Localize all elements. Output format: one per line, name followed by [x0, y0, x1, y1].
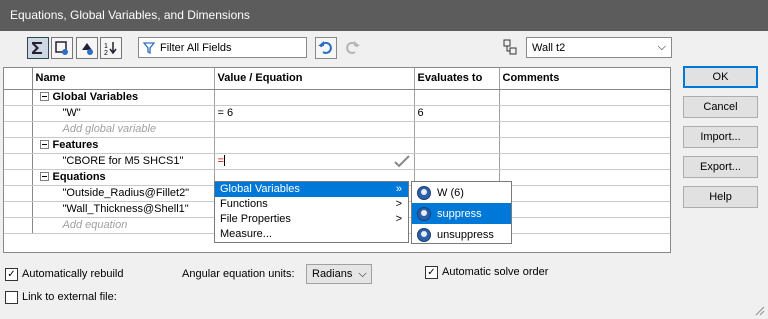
- window-title: Equations, Global Variables, and Dimensi…: [0, 0, 768, 31]
- collapse-icon[interactable]: [39, 172, 49, 181]
- submenu-item-unsuppress[interactable]: unsuppress: [412, 224, 511, 245]
- auto-rebuild-label: Automatically rebuild: [22, 268, 124, 280]
- export-button[interactable]: Export...: [683, 156, 758, 178]
- collapse-icon[interactable]: [39, 140, 49, 149]
- group-label: Global Variables: [52, 91, 139, 103]
- comment-cell[interactable]: [499, 105, 670, 122]
- column-header-evaluates[interactable]: Evaluates to: [414, 68, 500, 90]
- checkmark-icon: ✓: [7, 268, 16, 280]
- auto-rebuild-checkbox[interactable]: ✓: [5, 268, 18, 281]
- svg-text:1: 1: [104, 43, 108, 50]
- global-variables-submenu: W (6) suppress unsuppress: [411, 181, 512, 244]
- ordered-view-icon[interactable]: 12: [100, 37, 122, 59]
- cancel-button[interactable]: Cancel: [683, 96, 758, 118]
- auto-solve-order-checkbox[interactable]: ✓: [425, 266, 438, 279]
- configuration-icon: [503, 39, 517, 55]
- link-external-checkbox[interactable]: [5, 291, 18, 304]
- chevron-down-icon: ⌵: [358, 267, 367, 280]
- menu-item-functions[interactable]: Functions >: [215, 197, 408, 212]
- submenu-item-w[interactable]: W (6): [412, 182, 511, 203]
- link-external-label: Link to external file:: [22, 291, 117, 303]
- table-row[interactable]: "W" = 6 6: [4, 105, 670, 122]
- globe-icon: [417, 227, 431, 242]
- name-cell[interactable]: "CBORE for M5 SHCS1": [32, 153, 215, 170]
- svg-text:2: 2: [104, 50, 108, 56]
- name-cell[interactable]: "Wall_Thickness@Shell1": [32, 201, 215, 218]
- group-label: Features: [52, 139, 99, 151]
- submenu-item-suppress[interactable]: suppress: [412, 203, 511, 224]
- filter-placeholder: Filter All Fields: [160, 41, 232, 54]
- column-header-name[interactable]: Name: [32, 68, 215, 90]
- accept-check-icon[interactable]: [393, 154, 410, 168]
- help-button[interactable]: Help: [683, 186, 758, 208]
- filter-field[interactable]: Filter All Fields: [138, 37, 307, 58]
- angular-units-value: Radians: [312, 268, 353, 280]
- evaluates-cell: 6: [414, 105, 500, 122]
- equation-view-icon[interactable]: [27, 37, 49, 59]
- auto-solve-order-label: Automatic solve order: [442, 266, 549, 278]
- import-button[interactable]: Import...: [683, 126, 758, 148]
- chevron-down-icon: ⌵: [657, 41, 666, 53]
- add-global-variable-cell[interactable]: Add global variable: [32, 121, 215, 138]
- insert-context-menu: Global Variables» Functions > File Proper…: [214, 181, 409, 243]
- configuration-select[interactable]: Wall t2 ⌵: [526, 37, 672, 58]
- configuration-value: Wall t2: [532, 41, 566, 54]
- ok-button[interactable]: OK: [683, 66, 758, 88]
- globe-icon: [417, 206, 431, 221]
- sketch-equation-view-icon[interactable]: [51, 37, 73, 59]
- column-header-value[interactable]: Value / Equation: [214, 68, 415, 90]
- column-header-comments[interactable]: Comments: [499, 68, 670, 90]
- menu-item-global-variables[interactable]: Global Variables»: [215, 182, 408, 197]
- row-header: [4, 68, 33, 90]
- name-cell[interactable]: "Outside_Radius@Fillet2": [32, 185, 215, 202]
- comment-cell[interactable]: [499, 153, 670, 170]
- globe-icon: [417, 185, 431, 200]
- group-row-global-variables[interactable]: Global Variables: [4, 89, 670, 106]
- resize-grip-icon[interactable]: [753, 304, 765, 316]
- menu-item-file-properties[interactable]: File Properties >: [215, 212, 408, 227]
- group-label: Equations: [52, 171, 106, 183]
- value-cell-editing[interactable]: =: [214, 153, 415, 170]
- add-row[interactable]: Add global variable: [4, 121, 670, 138]
- angular-units-label: Angular equation units:: [182, 268, 295, 280]
- name-cell[interactable]: "W": [32, 105, 215, 122]
- angular-units-select[interactable]: Radians ⌵: [306, 264, 372, 284]
- add-equation-cell[interactable]: Add equation: [32, 217, 215, 234]
- checkmark-icon: ✓: [427, 266, 436, 278]
- undo-icon[interactable]: [315, 37, 337, 59]
- table-row[interactable]: "CBORE for M5 SHCS1" =: [4, 153, 670, 170]
- menu-item-measure[interactable]: Measure...: [215, 227, 408, 242]
- collapse-icon[interactable]: [39, 92, 49, 101]
- redo-icon[interactable]: [341, 37, 363, 59]
- group-row-features[interactable]: Features: [4, 137, 670, 154]
- dimension-view-icon[interactable]: [76, 37, 98, 59]
- filter-icon: [143, 41, 155, 54]
- evaluates-cell: [414, 153, 500, 170]
- value-cell[interactable]: = 6: [214, 105, 415, 122]
